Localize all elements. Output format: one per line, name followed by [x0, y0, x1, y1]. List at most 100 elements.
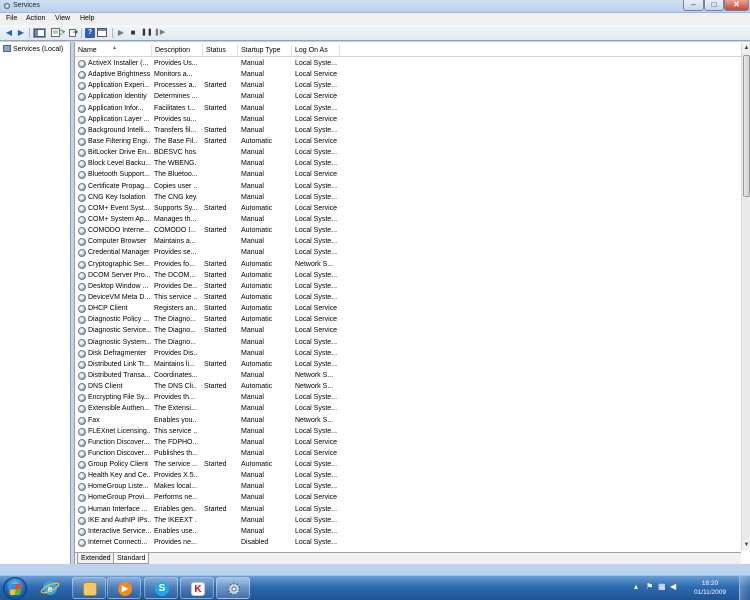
table-row[interactable]: BitLocker Drive En...BDESVC hos... Manual…: [75, 147, 741, 158]
action-center-flag-icon[interactable]: ⚑: [646, 582, 653, 591]
table-row[interactable]: Diagnostic Service... The Diagno... Starte…: [75, 325, 741, 336]
help-icon[interactable]: ?: [85, 28, 95, 38]
service-description: The IKEEXT ...: [154, 516, 197, 524]
refresh-icon[interactable]: ⟳: [57, 28, 67, 38]
stop-service-icon[interactable]: ■: [128, 28, 138, 38]
table-row[interactable]: HomeGroup Provi... Performs ne... Manual Lo…: [75, 492, 741, 503]
table-row[interactable]: Function Discover... Publishes th... Manua…: [75, 448, 741, 459]
table-row[interactable]: COM+ System Ap... Manages th... Manual Loca…: [75, 214, 741, 225]
column-header-log-on-as[interactable]: Log On As: [292, 44, 340, 57]
export-list-icon[interactable]: [68, 28, 78, 38]
internet-explorer-icon[interactable]: e: [40, 579, 60, 597]
pause-service-icon[interactable]: ❚❚: [141, 28, 153, 38]
table-row[interactable]: Application Infor... Facilitates t... Star…: [75, 103, 741, 114]
table-row[interactable]: Bluetooth Support... The Bluetoo... Manual…: [75, 169, 741, 180]
table-row[interactable]: Background Intelli... Transfers fil... Sta…: [75, 125, 741, 136]
table-row[interactable]: ActiveX Installer (... Provides Us... Manu…: [75, 58, 741, 69]
network-icon[interactable]: ▦: [658, 582, 666, 591]
table-row[interactable]: FLEXnet Licensing... This service ... Manu…: [75, 426, 741, 437]
table-row[interactable]: CNG Key Isolation The CNG key... Manual Loc…: [75, 192, 741, 203]
service-description: Processes a...: [154, 82, 197, 90]
kaspersky-icon[interactable]: K: [180, 577, 214, 599]
restart-service-icon[interactable]: ❚▶: [154, 28, 165, 38]
column-header-description[interactable]: Description: [152, 44, 203, 57]
column-header-name[interactable]: Name ▲: [75, 44, 152, 57]
close-button[interactable]: ✕: [724, 0, 749, 11]
table-row[interactable]: Adaptive Brightness Monitors a... Manual Lo…: [75, 69, 741, 80]
minimize-button[interactable]: –: [683, 0, 704, 11]
table-row[interactable]: Function Discover... The FDPHO... Manual Lo…: [75, 437, 741, 448]
table-row[interactable]: Computer Browser Maintains a... Manual Loca…: [75, 236, 741, 247]
service-log-on-as: Local Syste...: [295, 349, 338, 357]
show-hidden-icons-icon[interactable]: ▴: [634, 582, 638, 591]
title-bar[interactable]: Services – □ ✕: [0, 0, 750, 13]
tab-extended[interactable]: Extended: [77, 553, 115, 564]
maximize-button[interactable]: □: [704, 0, 724, 11]
table-row[interactable]: Credential Manager Provides se... Manual Lo…: [75, 247, 741, 258]
services-gear-icon[interactable]: [216, 577, 250, 599]
table-row[interactable]: Application Identity Determines ... Manual…: [75, 91, 741, 102]
table-row[interactable]: IKE and AuthIP IPs... The IKEEXT ... Manua…: [75, 515, 741, 526]
table-row[interactable]: Disk Defragmenter Provides Dis... Manual Lo…: [75, 348, 741, 359]
table-row[interactable]: Distributed Link Tr... Maintains li... Sta…: [75, 359, 741, 370]
back-arrow-icon[interactable]: ◀: [4, 28, 14, 38]
scroll-down-arrow-icon[interactable]: ▼: [742, 540, 750, 550]
service-log-on-as: Local Syste...: [295, 505, 338, 513]
vertical-scrollbar[interactable]: ▲ ▼: [741, 43, 750, 550]
skype-icon[interactable]: S: [144, 577, 178, 599]
column-header-startup-type[interactable]: Startup Type: [238, 44, 292, 57]
table-row[interactable]: Encrypting File Sy... Provides th... Manua…: [75, 392, 741, 403]
service-description: The Diagno...: [154, 327, 197, 335]
table-row[interactable]: DNS Client The DNS Cli... Started Automatic…: [75, 381, 741, 392]
table-row[interactable]: Fax Enables you... Manual Network S...: [75, 415, 741, 426]
table-row[interactable]: Diagnostic Policy ... The Diagno... Starte…: [75, 314, 741, 325]
scrollbar-thumb[interactable]: [743, 55, 750, 197]
table-row[interactable]: Group Policy Client The service ... Starte…: [75, 459, 741, 470]
forward-arrow-icon[interactable]: ▶: [16, 28, 26, 38]
show-hide-tree-icon[interactable]: [33, 28, 46, 38]
scroll-up-arrow-icon[interactable]: ▲: [742, 43, 750, 53]
column-header-status[interactable]: Status: [203, 44, 238, 57]
table-row[interactable]: COM+ Event Syst... Supports Sy... Started A…: [75, 203, 741, 214]
table-row[interactable]: Application Experi... Processes a... Start…: [75, 80, 741, 91]
show-desktop-button[interactable]: [739, 576, 750, 600]
tab-standard[interactable]: Standard: [113, 553, 150, 564]
table-row[interactable]: Interactive Service... Enables use... Manu…: [75, 526, 741, 537]
table-row[interactable]: Base Filtering Engi... The Base Fil... Sta…: [75, 136, 741, 147]
table-row[interactable]: Health Key and Ce... Provides X.5... Manua…: [75, 470, 741, 481]
table-row[interactable]: Internet Connecti... Provides ne... Disabl…: [75, 537, 741, 548]
tree-item-services-local[interactable]: Services (Local): [3, 45, 63, 53]
table-row[interactable]: Certificate Propag... Copies user ... Manu…: [75, 181, 741, 192]
table-row[interactable]: Application Layer ... Provides su... Manua…: [75, 114, 741, 125]
service-startup-type: Automatic: [241, 305, 273, 313]
menu-action[interactable]: Action: [26, 15, 45, 22]
table-row[interactable]: Extensible Authen... The Extensi... Manual…: [75, 403, 741, 414]
table-row[interactable]: DeviceVM Meta D... This service ... Starte…: [75, 292, 741, 303]
menu-view[interactable]: View: [55, 15, 70, 22]
table-row[interactable]: HomeGroup Liste... Makes local... Manual Lo…: [75, 481, 741, 492]
media-player-icon[interactable]: ▶: [107, 577, 141, 599]
table-row[interactable]: Cryptographic Ser... Provides fo... Starte…: [75, 259, 741, 270]
window-title: Services: [13, 2, 40, 9]
explorer-folder-icon[interactable]: [72, 577, 106, 599]
menu-help[interactable]: Help: [80, 15, 94, 22]
service-description: The WBENG...: [154, 160, 197, 168]
start-button[interactable]: [3, 577, 27, 600]
table-row[interactable]: Block Level Backu... The WBENG... Manual Lo…: [75, 158, 741, 169]
system-clock[interactable]: 18:20 01/11/2009: [690, 579, 730, 597]
table-row[interactable]: DCOM Server Pro... The DCOM... Started Auto…: [75, 270, 741, 281]
service-startup-type: Disabled: [241, 539, 269, 547]
table-row[interactable]: Desktop Window ... Provides De... Started A…: [75, 281, 741, 292]
volume-icon[interactable]: ◀: [670, 582, 676, 591]
table-row[interactable]: DHCP Client Registers an... Started Automat…: [75, 303, 741, 314]
table-row[interactable]: COMODO Interne... COMODO I... Started Autom…: [75, 225, 741, 236]
console-icon[interactable]: [97, 28, 107, 38]
table-row[interactable]: Distributed Transa... Coordinates... Manua…: [75, 370, 741, 381]
service-gear-icon: [78, 494, 86, 503]
menu-file[interactable]: File: [6, 15, 17, 22]
service-log-on-as: Local Syste...: [295, 427, 338, 435]
table-row[interactable]: Diagnostic System... The Diagno... Manual L…: [75, 337, 741, 348]
service-status: [204, 114, 232, 125]
table-row[interactable]: Human Interface ... Enables gen... Started…: [75, 504, 741, 515]
start-service-icon[interactable]: ▶: [116, 28, 126, 38]
